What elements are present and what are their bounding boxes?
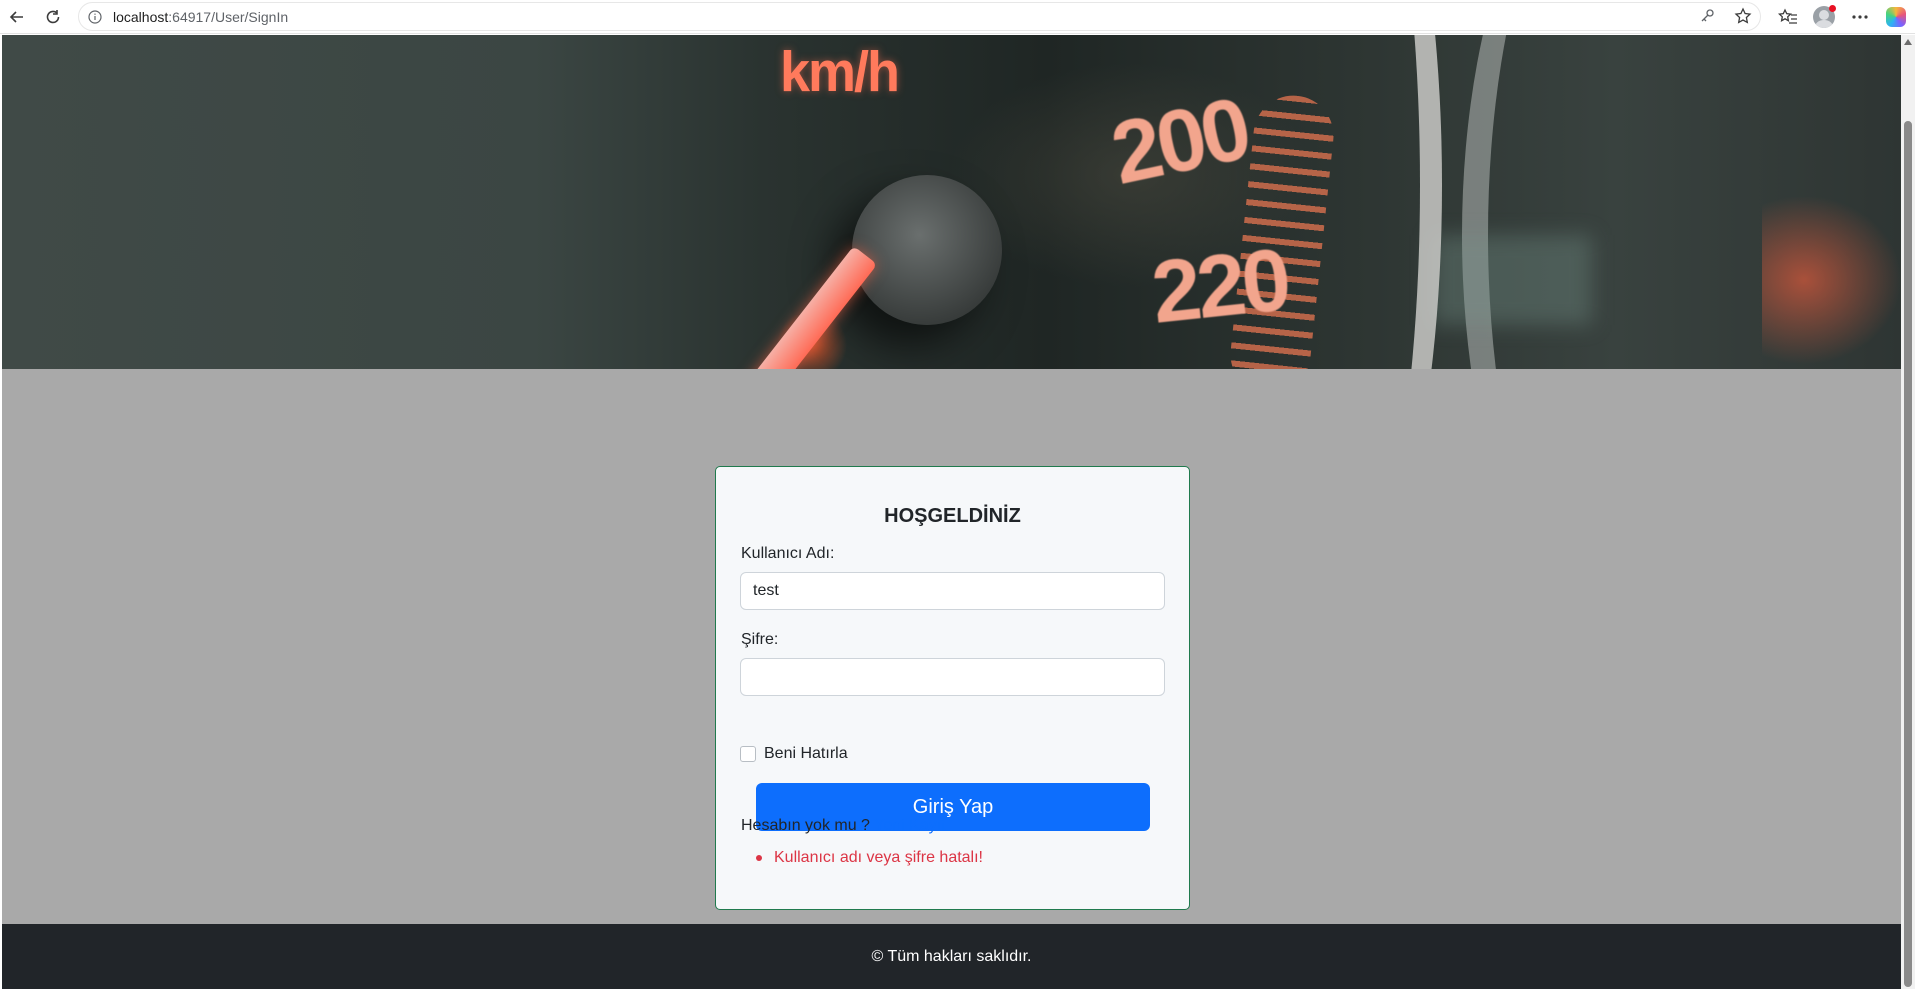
password-label: Şifre: xyxy=(741,631,779,648)
validation-summary: Kullanıcı adı veya şifre hatalı! xyxy=(756,849,983,867)
vertical-scrollbar[interactable] xyxy=(1901,35,1915,989)
browser-toolbar: localhost:64917/User/SignIn xyxy=(0,0,1915,34)
register-prompt: Hesabın yok mu ? Yeni Kayıt xyxy=(741,817,946,835)
back-icon[interactable] xyxy=(4,4,30,30)
copilot-icon[interactable] xyxy=(1883,4,1909,30)
scrollbar-thumb[interactable] xyxy=(1904,121,1912,987)
url-host: localhost xyxy=(113,8,169,25)
remember-me-label[interactable]: Beni Hatırla xyxy=(764,745,848,763)
favorites-icon[interactable] xyxy=(1775,4,1801,30)
key-icon[interactable] xyxy=(1698,7,1716,30)
login-title: HOŞGELDİNİZ xyxy=(884,505,1021,527)
remember-me-checkbox[interactable] xyxy=(740,746,756,762)
more-icon[interactable] xyxy=(1847,4,1873,30)
page-body: km/h 200 220 HOŞGELDİNİZ Kullanıcı Adı: … xyxy=(2,35,1901,989)
footer-copyright: © Tüm hakları saklıdır. xyxy=(871,947,1032,965)
profile-icon[interactable] xyxy=(1811,4,1837,30)
hero-unit-text: km/h xyxy=(780,40,900,104)
star-icon[interactable] xyxy=(1734,7,1752,30)
address-bar[interactable]: localhost:64917/User/SignIn xyxy=(78,2,1761,31)
footer: © Tüm hakları saklıdır. xyxy=(2,924,1901,989)
hero-banner-image: km/h 200 220 xyxy=(2,35,1901,369)
notification-dot xyxy=(1829,5,1836,12)
speedometer-knob xyxy=(852,175,1002,325)
scroll-up-icon[interactable] xyxy=(1904,39,1912,45)
username-label: Kullanıcı Adı: xyxy=(741,545,835,562)
error-bullet xyxy=(756,854,762,861)
url-path: :64917/User/SignIn xyxy=(168,8,289,25)
username-input[interactable] xyxy=(740,572,1165,610)
register-link[interactable]: Yeni Kayıt xyxy=(874,817,945,834)
refresh-icon[interactable] xyxy=(40,4,66,30)
info-icon[interactable] xyxy=(87,9,103,25)
speedometer-needle xyxy=(736,245,878,369)
hero-speed-bottom: 220 xyxy=(1147,229,1292,342)
url-text[interactable]: localhost:64917/User/SignIn xyxy=(113,9,288,25)
remember-me-row[interactable]: Beni Hatırla xyxy=(740,745,848,763)
no-account-text: Hesabın yok mu ? xyxy=(741,817,870,834)
login-card: HOŞGELDİNİZ Kullanıcı Adı: Şifre: Beni H… xyxy=(715,466,1190,910)
password-input[interactable] xyxy=(740,658,1165,696)
error-message: Kullanıcı adı veya şifre hatalı! xyxy=(774,849,983,866)
